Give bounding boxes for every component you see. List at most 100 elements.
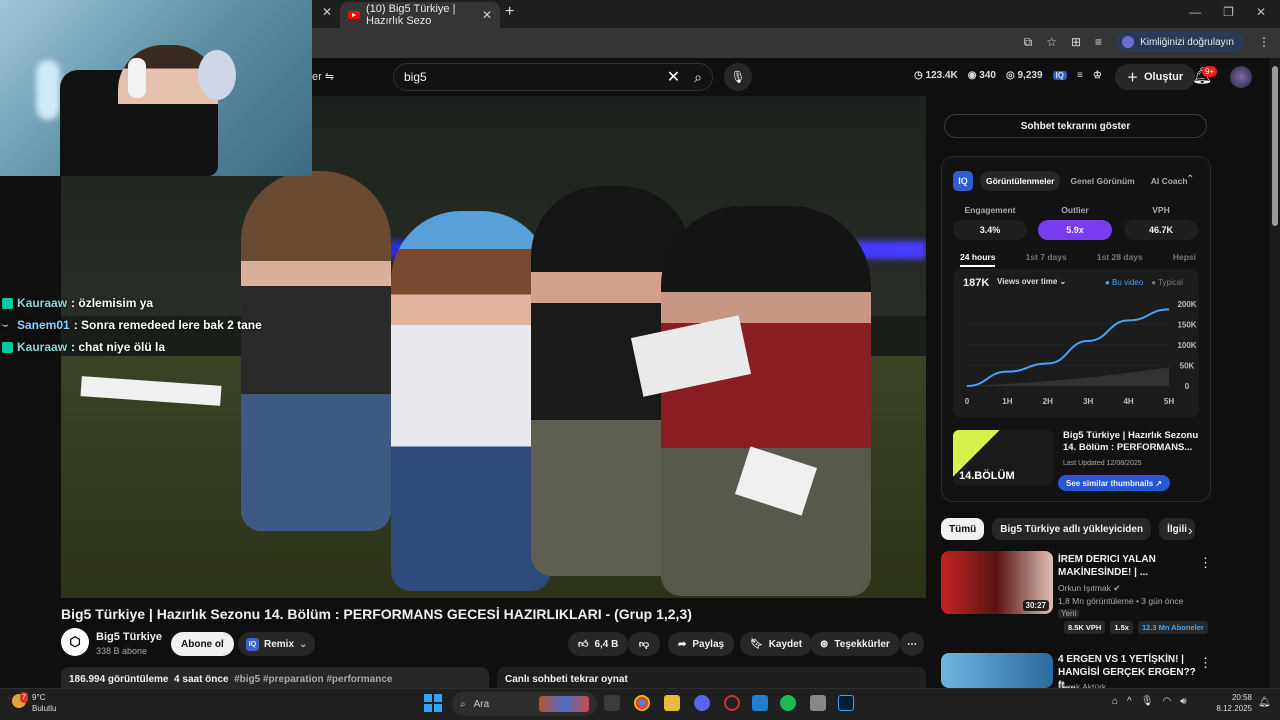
range-7d[interactable]: 1st 7 days (1026, 252, 1067, 267)
install-app-icon[interactable]: ⧉ (1024, 35, 1033, 50)
search-icon[interactable]: ⌕ (694, 69, 702, 86)
chat-text: : chat niye ölü la (71, 340, 166, 354)
related-filter-chips: Tümü Big5 Türkiye adlı yükleyiciden İlgi… (941, 518, 1196, 540)
rec-more-icon[interactable]: ⋮ (1199, 555, 1212, 571)
verify-identity-button[interactable]: Kimliğinizi doğrulayın (1116, 32, 1244, 52)
like-button[interactable]: 👍︎ 6,4 B (568, 632, 629, 656)
range-28d[interactable]: 1st 28 days (1097, 252, 1143, 267)
chat-username: Sanem01 (17, 318, 70, 332)
spotify-icon[interactable] (780, 695, 796, 711)
similar-thumbnail[interactable]: 14.BÖLÜM (953, 430, 1053, 486)
dislike-button[interactable]: 👎︎ (628, 632, 660, 656)
scrollbar-thumb[interactable] (1272, 66, 1278, 226)
hashtags[interactable]: #big5 #preparation #performance (234, 674, 392, 685)
clock-date: 8.12.2025 (1216, 704, 1252, 713)
tray-overflow-icon[interactable]: ^ (1127, 696, 1132, 707)
search-box[interactable]: ✕ ⌕ (393, 63, 713, 91)
wifi-icon[interactable]: ◠ (1162, 696, 1171, 707)
chart-mode-dropdown[interactable]: Views over time ⌄ (997, 277, 1066, 286)
filter-label[interactable]: er ⇋ (312, 70, 334, 83)
rec-thumbnail[interactable] (941, 653, 1053, 688)
create-button[interactable]: ＋ Oluştur (1115, 64, 1196, 90)
rec-meta: 1,8 Mn görüntüleme • 3 gün önce (1058, 596, 1184, 606)
share-button[interactable]: ➦ Paylaş (668, 632, 735, 656)
playlist-icon[interactable]: ≡ (1095, 35, 1102, 49)
taskbar-search[interactable]: ⌕ Ara (452, 692, 597, 716)
volume-icon[interactable]: 🔊︎ (1180, 696, 1186, 707)
rec-channel[interactable]: Orkun Işıtmak ✔ (1058, 583, 1120, 594)
extension-stats: ◷ 123.4K ◉ 340 ◎ 9,239 IQ ≡ ♔ (914, 70, 1102, 81)
restore-icon[interactable]: ❐ (1223, 5, 1234, 19)
other-stat: ◎ 9,239 (1005, 70, 1043, 81)
app-icon[interactable] (752, 695, 768, 711)
profile-icon (1122, 36, 1135, 48)
bookmark-star-icon[interactable]: ☆ (1046, 35, 1057, 49)
chevron-right-icon[interactable]: › (1188, 522, 1193, 538)
channel-name[interactable]: Big5 Türkiye (96, 631, 162, 643)
voice-search-mic-icon[interactable]: 🎙 (724, 63, 752, 91)
tab-views[interactable]: Görüntülenmeler (980, 171, 1061, 191)
weather-desc: Bulutlu (32, 704, 57, 713)
extensions-icon[interactable]: ⊞ (1071, 35, 1081, 49)
browser-menu-icon[interactable]: ⋮ (1258, 35, 1270, 49)
share-icon: ➦ (678, 638, 687, 650)
mic-icon[interactable]: 🎙︎ (1141, 696, 1154, 707)
remix-button[interactable]: IQ Remix ⌄ (238, 632, 316, 656)
photoshop-icon[interactable] (838, 695, 854, 711)
browser-toolbar-right: ⧉ ☆ ⊞ ≡ Kimliğinizi doğrulayın ⋮ (1024, 32, 1270, 52)
y-tick-label: 150K (1177, 321, 1196, 330)
chevron-up-icon[interactable]: ⌃ (1186, 174, 1194, 185)
discord-icon[interactable] (694, 695, 710, 711)
y-tick-label: 100K (1177, 341, 1196, 350)
iq-header-icon[interactable]: IQ (1052, 71, 1067, 80)
minimize-icon[interactable]: — (1189, 5, 1201, 19)
range-all[interactable]: Hepsi (1173, 252, 1196, 267)
stream-chat-overlay: Kauraaw : özlemisim ya ⌣ Sanem01 : Sonra… (0, 292, 320, 358)
show-chat-replay-button[interactable]: Sohbet tekrarını göster (944, 114, 1207, 138)
chat-message: Kauraaw : chat niye ölü la (0, 336, 320, 358)
close-tab-icon[interactable]: ✕ (322, 5, 332, 19)
browser-tab-active[interactable]: (10) Big5 Türkiye | Hazırlık Sezo ✕ (340, 2, 500, 28)
task-view-icon[interactable] (604, 695, 620, 711)
notification-center-icon[interactable]: 🔔︎ (1258, 697, 1271, 708)
legend-typical: ● Typical (1151, 278, 1183, 287)
subscribe-button[interactable]: Abone ol (171, 632, 234, 656)
webcam-plush-toy (198, 50, 236, 100)
chart-total-views: 187K (963, 277, 990, 289)
file-explorer-icon[interactable] (664, 695, 680, 711)
rec-more-icon[interactable]: ⋮ (1199, 655, 1212, 671)
close-window-icon[interactable]: ✕ (1256, 5, 1266, 19)
app-icon[interactable] (724, 695, 740, 711)
taskbar-clock[interactable]: 20:58 8.12.2025 (1214, 692, 1252, 714)
tray-app-icon[interactable]: ⌂ (1112, 696, 1118, 707)
search-input[interactable] (404, 70, 667, 84)
see-similar-thumbnails-button[interactable]: See similar thumbnails ↗ (1058, 475, 1171, 491)
weather-widget[interactable]: 7 9°C Bulutlu (12, 692, 56, 714)
search-highlight-image (539, 696, 589, 712)
youtube-favicon-icon (348, 11, 360, 19)
chat-username: Kauraaw (17, 340, 68, 354)
app-icon[interactable] (810, 695, 826, 711)
rec-thumbnail[interactable]: 30:27 (941, 551, 1053, 614)
channel-avatar[interactable]: ⬡ (61, 628, 89, 656)
chip-from-uploader[interactable]: Big5 Türkiye adlı yükleyiciden (992, 518, 1152, 540)
tab-overview[interactable]: Genel Görünüm (1064, 171, 1140, 191)
account-avatar[interactable] (1230, 66, 1252, 88)
rec-title[interactable]: İREM DERICI YALAN MAKİNESİNDE! | ... (1058, 553, 1196, 579)
chrome-icon[interactable] (634, 695, 650, 711)
chip-all[interactable]: Tümü (941, 518, 985, 540)
clear-search-icon[interactable]: ✕ (667, 67, 680, 87)
thanks-button[interactable]: ⊛ Teşekkürler (810, 632, 900, 656)
clock-time: 20:58 (1231, 693, 1252, 702)
list-icon[interactable]: ≡ (1077, 70, 1083, 81)
close-tab-icon[interactable]: ✕ (482, 8, 492, 22)
more-actions-button[interactable]: ⋯ (900, 632, 924, 656)
start-button[interactable] (424, 694, 442, 712)
range-24h[interactable]: 24 hours (960, 252, 996, 267)
new-tab-button[interactable]: + (505, 3, 514, 21)
window-controls: — ❐ ✕ (1189, 5, 1266, 19)
rec-vph: 8.5K VPH (1064, 621, 1106, 634)
thumbs-down-icon: 👎︎ (638, 639, 650, 650)
trophy-icon[interactable]: ♔ (1093, 70, 1102, 81)
save-button[interactable]: 🔖︎ Kaydet (740, 632, 813, 656)
